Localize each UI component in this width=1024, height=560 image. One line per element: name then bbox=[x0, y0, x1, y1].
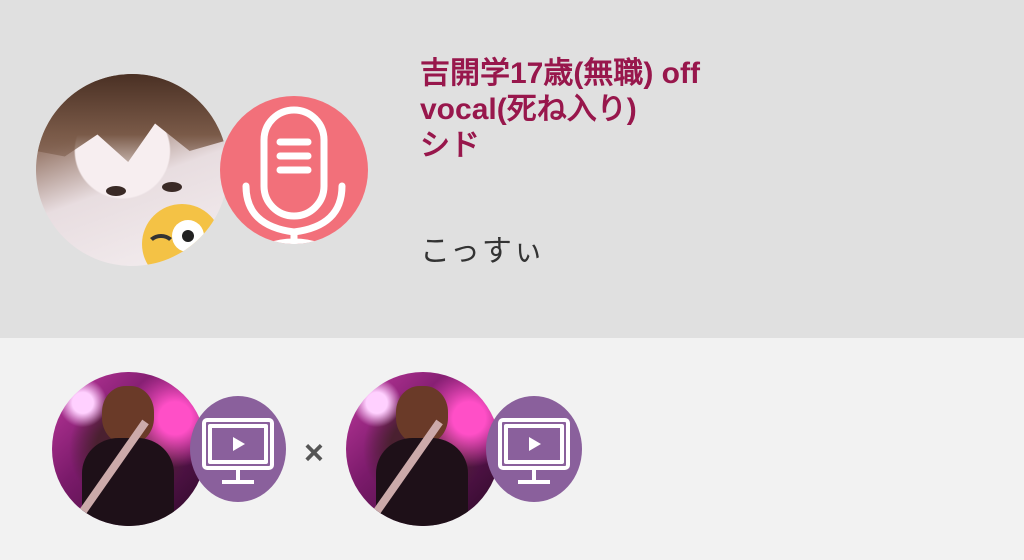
avatar-hair bbox=[36, 74, 228, 162]
video-badge-1 bbox=[190, 396, 286, 502]
collab-avatar-1[interactable] bbox=[52, 372, 206, 526]
avatar-eye-right bbox=[162, 182, 182, 192]
title-line-1: 吉開学17歳(無職) off bbox=[420, 57, 700, 90]
title-line-2: vocal(死ね入り) bbox=[420, 93, 637, 126]
user-name: こっすぃ bbox=[420, 235, 546, 268]
sticker-emoji bbox=[142, 204, 222, 266]
collab-separator: × bbox=[304, 434, 324, 472]
user-avatar[interactable] bbox=[36, 74, 228, 266]
monitor-play-icon bbox=[202, 418, 274, 484]
avatar-eye-left bbox=[106, 186, 126, 196]
microphone-icon bbox=[242, 106, 346, 244]
header-panel: 吉開学17歳(無職) off vocal(死ね入り) シド こっすぃ bbox=[0, 0, 1024, 338]
microphone-badge bbox=[220, 96, 368, 244]
video-badge-2 bbox=[486, 396, 582, 502]
song-title: 吉開学17歳(無職) off vocal(死ね入り) シド bbox=[420, 56, 980, 164]
title-line-3: シド bbox=[420, 129, 480, 162]
collab-avatar-2[interactable] bbox=[346, 372, 500, 526]
monitor-play-icon bbox=[498, 418, 570, 484]
